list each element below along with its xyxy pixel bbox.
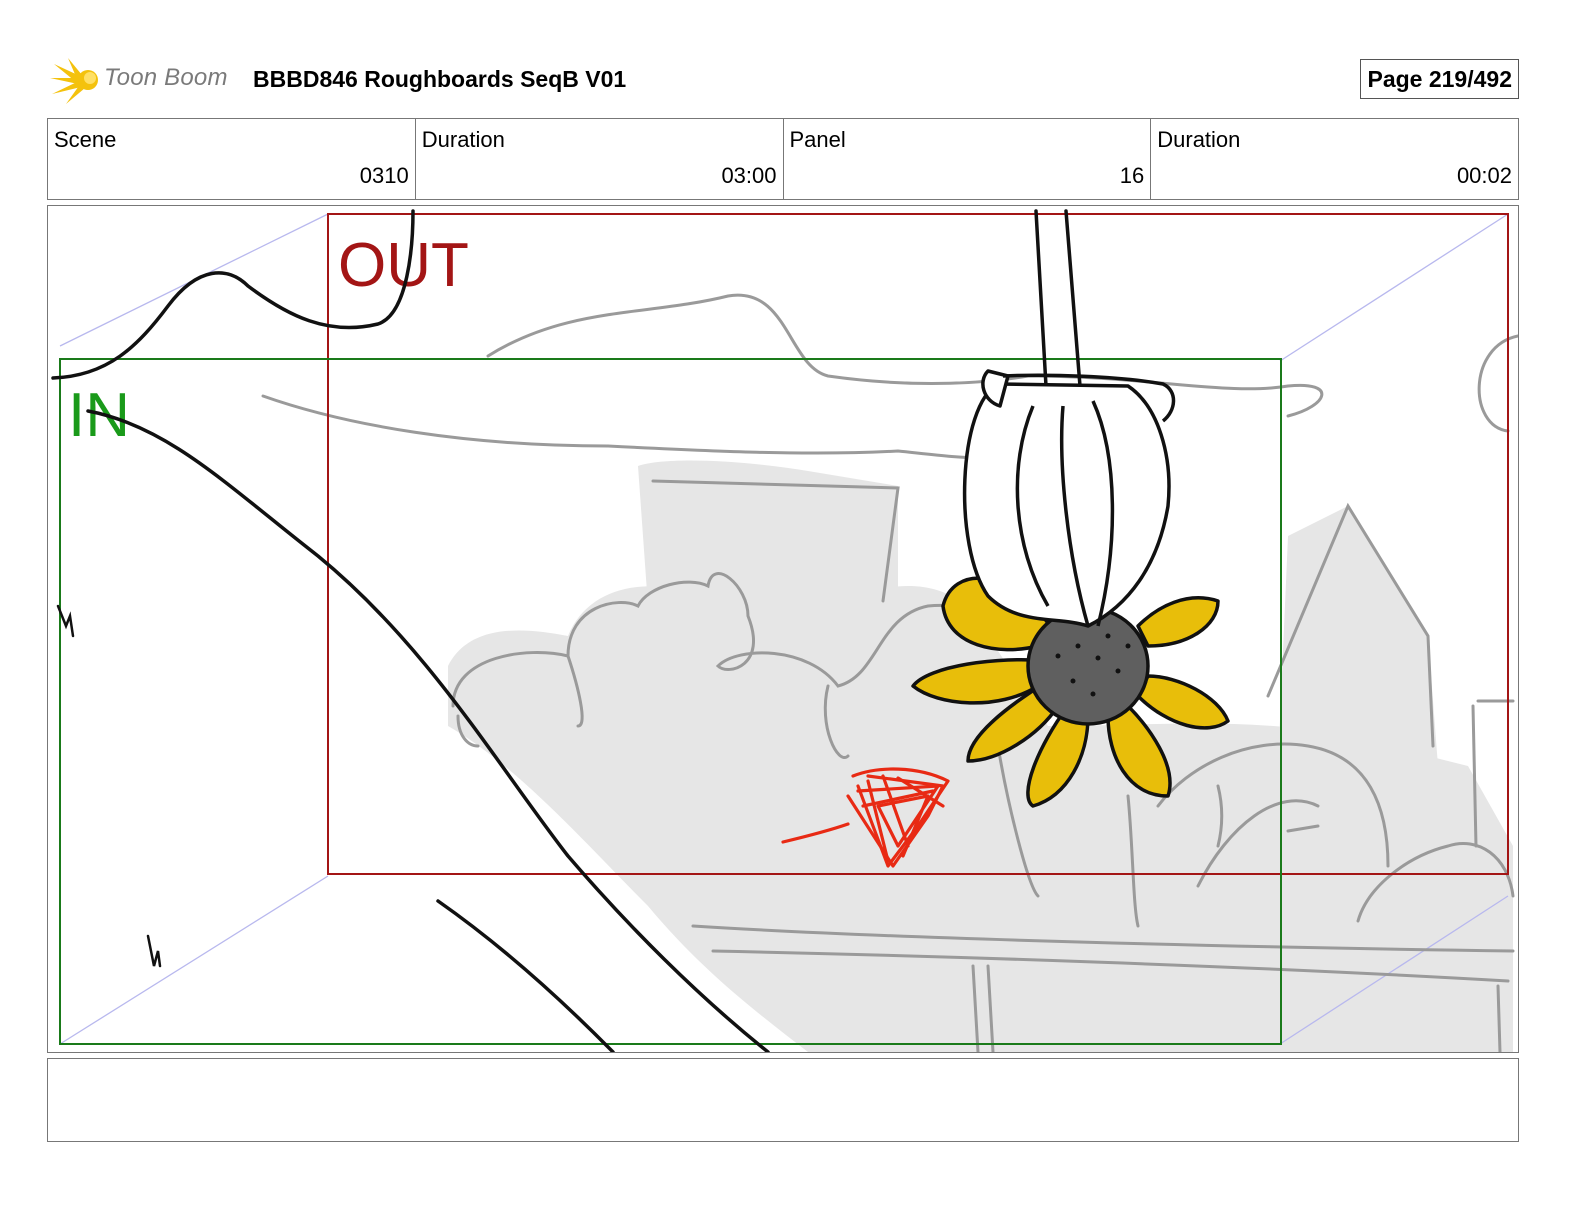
logo-text: Toon Boom [104, 64, 228, 91]
panel-duration-label: Duration [1157, 127, 1241, 152]
scene-duration-cell: Duration 03:00 [416, 119, 784, 199]
page-header: Toon Boom BBBD846 Roughboards SeqB V01 P… [50, 56, 1519, 106]
panel-info-table: Scene 0310 Duration 03:00 Panel 16 Durat… [47, 118, 1519, 200]
page-indicator: Page 219/492 [1360, 59, 1519, 99]
panel-cell: Panel 16 [784, 119, 1152, 199]
starburst-icon [50, 58, 98, 104]
scene-label: Scene [54, 127, 117, 152]
panel-value: 16 [1119, 163, 1145, 188]
notes-box [47, 1058, 1519, 1142]
scene-value: 0310 [359, 163, 409, 188]
toon-boom-logo: Toon Boom [50, 56, 240, 106]
scene-duration-value: 03:00 [721, 163, 777, 188]
scene-duration-label: Duration [421, 127, 505, 152]
panel-duration-cell: Duration 00:02 [1151, 119, 1518, 199]
scene-cell: Scene 0310 [48, 119, 416, 199]
panel-label: Panel [789, 127, 846, 152]
in-label: IN [68, 381, 130, 450]
project-title: BBBD846 Roughboards SeqB V01 [253, 66, 627, 92]
panel-drawing: OUT IN [51, 209, 1518, 1052]
storyboard-panel: OUT IN [47, 205, 1519, 1053]
panel-duration-value: 00:02 [1456, 163, 1512, 188]
